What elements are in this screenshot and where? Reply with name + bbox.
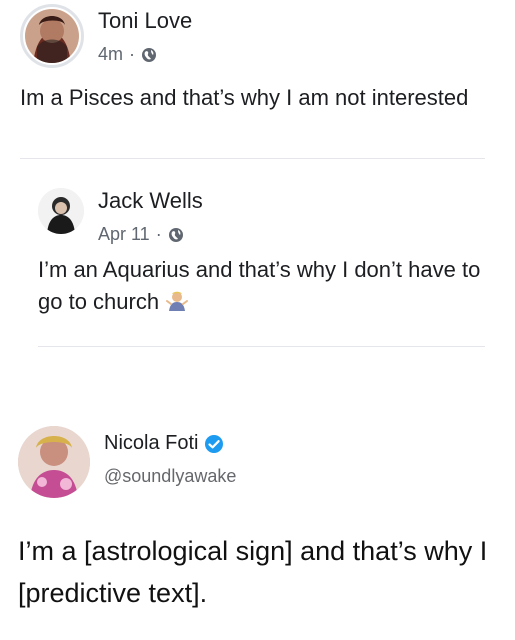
divider (38, 346, 485, 347)
avatar[interactable] (20, 4, 84, 68)
avatar[interactable] (38, 188, 84, 234)
avatar-image (38, 188, 84, 234)
person-shrugging-emoji (166, 291, 189, 311)
post-text: Im a Pisces and that’s why I am not inte… (20, 85, 469, 110)
avatar-image (18, 426, 90, 498)
meta-separator: · (155, 224, 162, 244)
globe-icon (168, 227, 183, 242)
author-name[interactable]: Toni Love (98, 8, 192, 34)
post-text-content: I’m an Aquarius and that’s why I don’t h… (38, 257, 481, 314)
avatar[interactable] (18, 426, 90, 498)
post-meta: 4m · (98, 44, 157, 65)
timestamp[interactable]: Apr 11 (98, 224, 150, 245)
verified-badge-icon (205, 434, 224, 453)
meta-separator: · (129, 44, 136, 64)
author-name-text[interactable]: Nicola Foti (104, 432, 198, 455)
author-name: Nicola Foti (104, 432, 224, 455)
post-text: I’m an Aquarius and that’s why I don’t h… (38, 254, 488, 318)
divider (20, 158, 485, 159)
author-name[interactable]: Jack Wells (98, 188, 203, 214)
timestamp[interactable]: 4m (98, 44, 123, 65)
author-handle[interactable]: @soundlyawake (104, 466, 236, 487)
avatar-image (25, 9, 79, 63)
post-text: I’m a [astrological sign] and that’s why… (18, 536, 488, 608)
globe-icon (142, 47, 157, 62)
post-meta: Apr 11 · (98, 224, 184, 245)
